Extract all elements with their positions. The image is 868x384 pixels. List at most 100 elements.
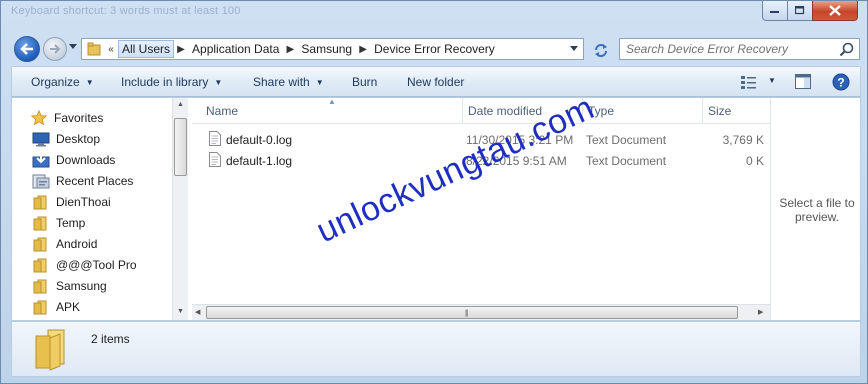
address-bar[interactable]: « All Users ▶ Application Data ▶ Samsung… — [81, 38, 584, 60]
sidebar-item-label: @@@Tool Pro — [56, 258, 137, 272]
breadcrumb-samsung[interactable]: Samsung — [297, 42, 356, 56]
sidebar-item-label: APK — [56, 300, 81, 314]
breadcrumb-separator-icon[interactable]: ▶ — [283, 44, 297, 55]
breadcrumb-separator-icon[interactable]: ▶ — [174, 44, 188, 55]
minimize-icon — [770, 10, 779, 13]
organize-menu[interactable]: Organize ▼ — [31, 75, 94, 89]
sidebar-item-dienthoai[interactable]: DienThoai — [32, 192, 111, 212]
text-document-icon — [209, 131, 221, 146]
maximize-button[interactable] — [787, 1, 813, 21]
sidebar-item-samsung[interactable]: Samsung — [32, 276, 107, 296]
folder-icon — [32, 299, 50, 315]
folder-icon — [32, 257, 50, 273]
preview-pane-icon[interactable] — [795, 74, 811, 89]
sidebar-item-downloads[interactable]: Downloads — [32, 150, 115, 170]
star-icon — [30, 110, 48, 126]
breadcrumb-separator-icon[interactable]: ▶ — [356, 44, 370, 55]
sidebar-item-tool-pro[interactable]: @@@Tool Pro — [32, 255, 137, 275]
column-header-row: ▲ Name Date modified Type Size — [192, 97, 770, 124]
sidebar-item-temp[interactable]: Temp — [32, 213, 85, 233]
column-divider[interactable] — [462, 98, 463, 124]
folder-icon — [32, 236, 50, 252]
scroll-right-icon[interactable]: ▶ — [758, 308, 763, 316]
search-box[interactable] — [619, 38, 860, 60]
share-with-label: Share with — [253, 75, 310, 89]
help-icon[interactable]: ? — [832, 73, 850, 91]
main-area: Favorites Desktop Downloads Recent Place… — [11, 97, 861, 321]
minimize-button[interactable] — [762, 1, 788, 21]
include-in-library-label: Include in library — [121, 75, 209, 89]
breadcrumb-all-users[interactable]: All Users — [118, 40, 175, 58]
chevron-down-icon: ▼ — [85, 78, 94, 87]
horizontal-scrollbar[interactable]: ◀ ||| ▶ — [192, 304, 770, 320]
downloads-icon — [32, 152, 50, 168]
preview-message: Select a file to preview. — [779, 196, 855, 224]
file-type: Text Document — [586, 154, 667, 168]
column-header-size[interactable]: Size — [708, 104, 731, 118]
sidebar-item-android[interactable]: Android — [32, 234, 97, 254]
include-in-library-menu[interactable]: Include in library ▼ — [121, 75, 222, 89]
recent-pages-dropdown-icon[interactable] — [69, 44, 78, 50]
file-size: 3,769 K — [722, 133, 764, 147]
forward-button[interactable] — [43, 37, 67, 61]
burn-button[interactable]: Burn — [352, 75, 377, 89]
sidebar-favorites[interactable]: Favorites — [30, 108, 103, 128]
share-with-menu[interactable]: Share with ▼ — [253, 75, 324, 89]
sidebar-item-label: Recent Places — [56, 174, 134, 188]
file-list-pane: ▲ Name Date modified Type Size default-0… — [192, 97, 770, 320]
sidebar-favorites-label: Favorites — [54, 111, 104, 125]
breadcrumb-application-data[interactable]: Application Data — [188, 42, 283, 56]
file-type: Text Document — [586, 133, 667, 147]
refresh-button[interactable] — [588, 39, 614, 60]
column-divider[interactable] — [702, 98, 703, 124]
title-bar[interactable]: Keyboard shortcut: 3 words must at least… — [1, 1, 867, 31]
navigation-row: « All Users ▶ Application Data ▶ Samsung… — [1, 31, 867, 65]
sidebar-item-label: Samsung — [56, 279, 107, 293]
scrollbar-thumb[interactable] — [174, 118, 187, 176]
preview-pane: Select a file to preview. — [770, 98, 860, 320]
scroll-up-icon[interactable]: ▲ — [177, 101, 184, 108]
breadcrumb-overflow[interactable]: « — [104, 44, 118, 55]
sidebar-item-label: DienThoai — [56, 195, 111, 209]
command-bar: Organize ▼ Include in library ▼ Share with… — [11, 66, 861, 97]
scroll-down-icon[interactable]: ▼ — [177, 308, 184, 315]
back-button[interactable] — [14, 36, 40, 62]
scrollbar-grip-icon: ||| — [465, 310, 469, 317]
folder-icon — [32, 215, 50, 231]
file-name: default-0.log — [226, 133, 293, 147]
item-count: 2 items — [91, 332, 130, 346]
navigation-pane: Favorites Desktop Downloads Recent Place… — [12, 98, 188, 320]
chevron-down-icon: ▼ — [315, 78, 324, 87]
details-pane: 2 items — [11, 321, 861, 377]
new-folder-button[interactable]: New folder — [407, 75, 464, 89]
desktop-icon — [32, 131, 50, 147]
text-document-icon — [209, 152, 221, 167]
close-button[interactable] — [812, 1, 858, 21]
views-icon[interactable] — [741, 75, 757, 89]
sidebar-item-recent-places[interactable]: Recent Places — [32, 171, 133, 191]
sidebar-item-apk[interactable]: APK — [32, 297, 80, 317]
close-icon — [829, 5, 841, 16]
back-arrow-icon — [20, 43, 33, 55]
search-icon[interactable] — [839, 42, 854, 57]
burn-label: Burn — [352, 75, 378, 89]
column-header-name[interactable]: Name — [206, 104, 238, 118]
scrollbar-thumb[interactable]: ||| — [206, 306, 738, 319]
scroll-left-icon[interactable]: ◀ — [195, 308, 200, 316]
folder-icon — [32, 194, 50, 210]
search-input[interactable] — [626, 40, 836, 58]
breadcrumb-device-error-recovery[interactable]: Device Error Recovery — [370, 42, 499, 56]
sidebar-item-label: Downloads — [56, 153, 116, 167]
chevron-down-icon: ▼ — [214, 78, 223, 87]
file-size: 0 K — [745, 154, 764, 168]
folder-icon — [35, 329, 65, 371]
sidebar-item-desktop[interactable]: Desktop — [32, 129, 100, 149]
maximize-icon — [795, 6, 805, 15]
navigation-scrollbar[interactable]: ▲ ▼ — [172, 98, 188, 320]
window-title-faded: Keyboard shortcut: 3 words must at least… — [11, 5, 241, 17]
file-name: default-1.log — [226, 154, 293, 168]
sidebar-item-label: Android — [56, 237, 98, 251]
views-dropdown-icon[interactable]: ▼ — [768, 76, 776, 85]
folder-icon — [32, 278, 50, 294]
address-history-dropdown-icon[interactable] — [565, 39, 583, 59]
